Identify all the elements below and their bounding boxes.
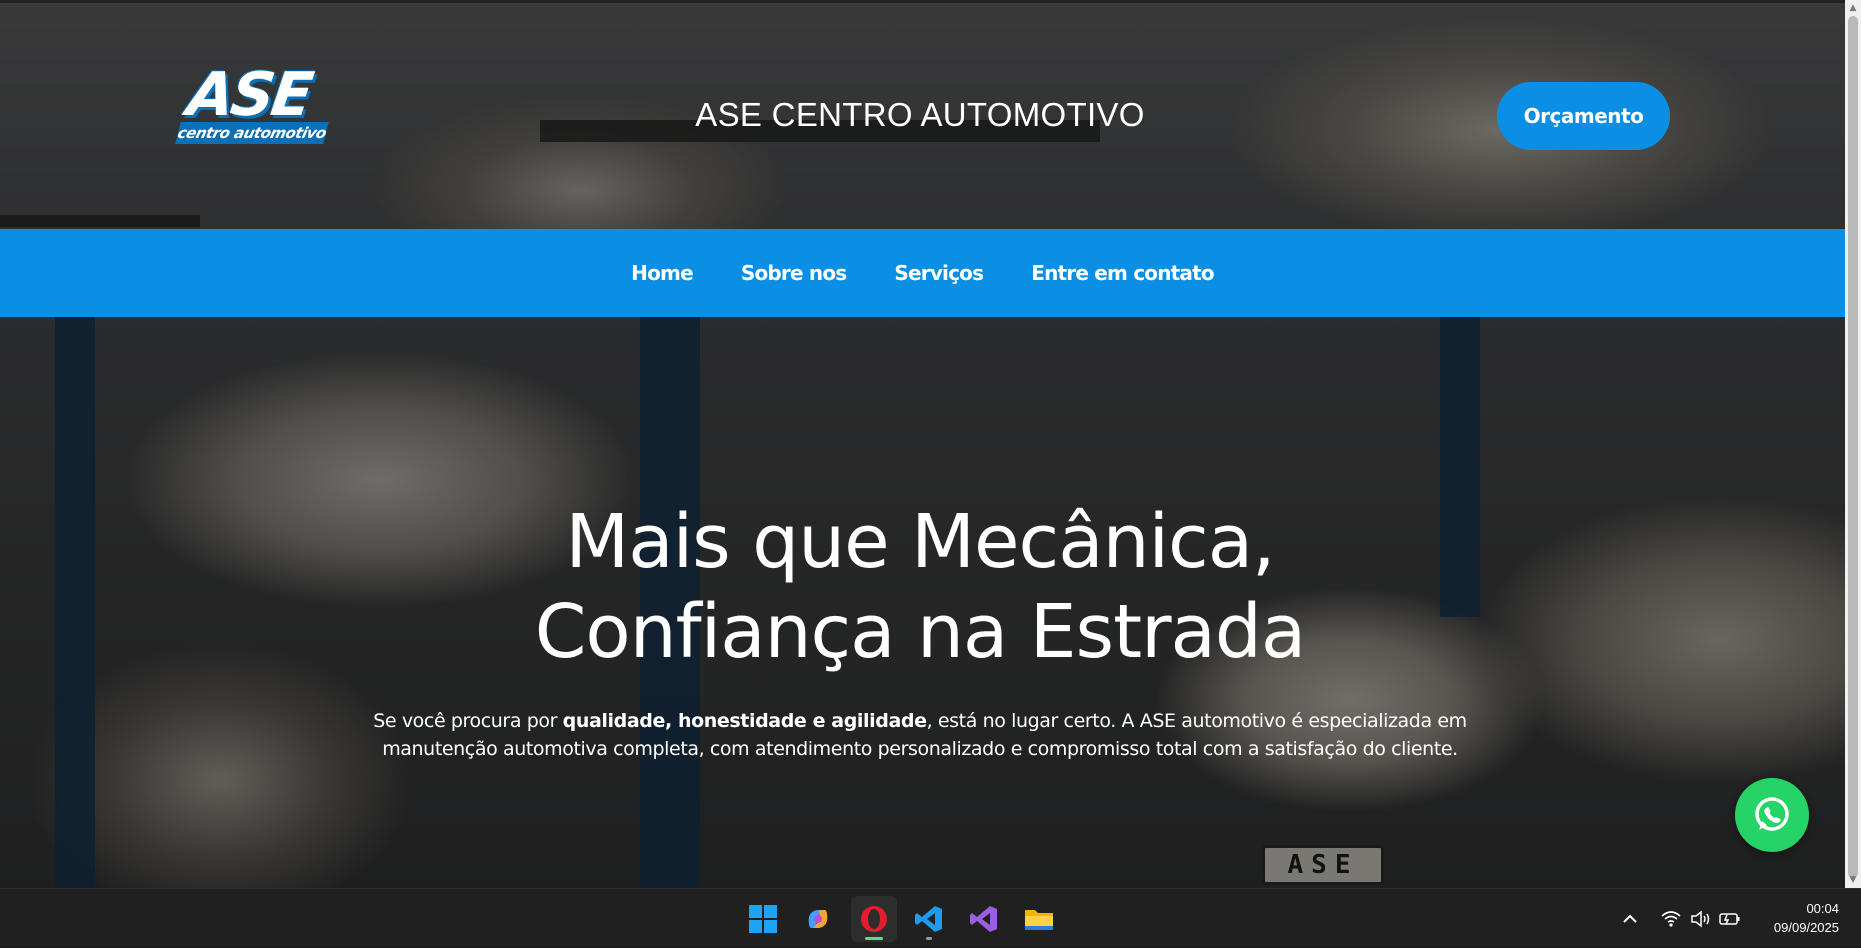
windows-start-icon xyxy=(749,905,777,933)
vertical-scrollbar[interactable]: ▲ ▼ xyxy=(1845,0,1861,888)
site-header: ASE centro automotivo ASE CENTRO AUTOMOT… xyxy=(0,0,1845,228)
hero-text-highlight: qualidade, honestidade e agilidade xyxy=(562,710,927,732)
volume-icon[interactable] xyxy=(1690,909,1712,929)
hero-section: Mais que Mecânica, Confiança na Estrada … xyxy=(0,317,1845,888)
scroll-up-icon[interactable]: ▲ xyxy=(1848,3,1858,13)
visual-studio-icon xyxy=(970,906,997,932)
nav-services[interactable]: Serviços xyxy=(870,261,1007,285)
windows-taskbar: 00:04 09/09/2025 xyxy=(0,888,1861,947)
nav-about[interactable]: Sobre nos xyxy=(717,261,871,285)
file-explorer-icon xyxy=(1025,910,1053,930)
battery-icon[interactable] xyxy=(1718,909,1742,929)
hero-text-start: Se você procura por xyxy=(373,710,563,732)
quote-button[interactable]: Orçamento xyxy=(1497,82,1670,150)
ase-logo[interactable]: ASE centro automotivo xyxy=(175,60,329,148)
scroll-down-icon[interactable]: ▼ xyxy=(1848,875,1858,885)
clock-time: 00:04 xyxy=(1806,901,1839,916)
logo-tagline: centro automotivo xyxy=(175,122,329,144)
hero-description: Se você procura por qualidade, honestida… xyxy=(360,707,1480,763)
visual-studio-button[interactable] xyxy=(961,896,1007,942)
opera-icon xyxy=(861,906,887,932)
browser-viewport: ASE ASE centro automotivo ASE CENTRO AUT… xyxy=(0,0,1845,888)
main-nav: Home Sobre nos Serviços Entre em contato xyxy=(0,229,1845,317)
nav-home[interactable]: Home xyxy=(607,261,717,285)
file-explorer-button[interactable] xyxy=(1016,896,1062,942)
copilot-button[interactable] xyxy=(795,896,841,942)
wifi-icon[interactable] xyxy=(1660,909,1682,929)
nav-contact[interactable]: Entre em contato xyxy=(1007,261,1238,285)
opera-button[interactable] xyxy=(851,896,897,942)
chevron-up-icon[interactable] xyxy=(1620,909,1640,929)
hero-title-line-1: Mais que Mecânica, xyxy=(565,499,1275,585)
taskbar-clock[interactable]: 00:04 09/09/2025 xyxy=(1774,899,1839,937)
vscode-icon xyxy=(915,906,942,932)
vscode-button[interactable] xyxy=(906,896,952,942)
scrollbar-thumb[interactable] xyxy=(1848,16,1858,878)
whatsapp-button[interactable] xyxy=(1735,778,1809,852)
clock-date: 09/09/2025 xyxy=(1773,920,1839,935)
hero-title-line-2: Confiança na Estrada xyxy=(534,589,1306,675)
hero-title: Mais que Mecânica, Confiança na Estrada xyxy=(360,497,1480,677)
system-tray xyxy=(1620,889,1742,948)
start-button[interactable] xyxy=(740,896,786,942)
whatsapp-icon xyxy=(1755,797,1789,831)
copilot-icon xyxy=(808,910,828,928)
logo-wordmark: ASE xyxy=(183,60,315,130)
site-title: ASE CENTRO AUTOMOTIVO xyxy=(695,96,1145,133)
